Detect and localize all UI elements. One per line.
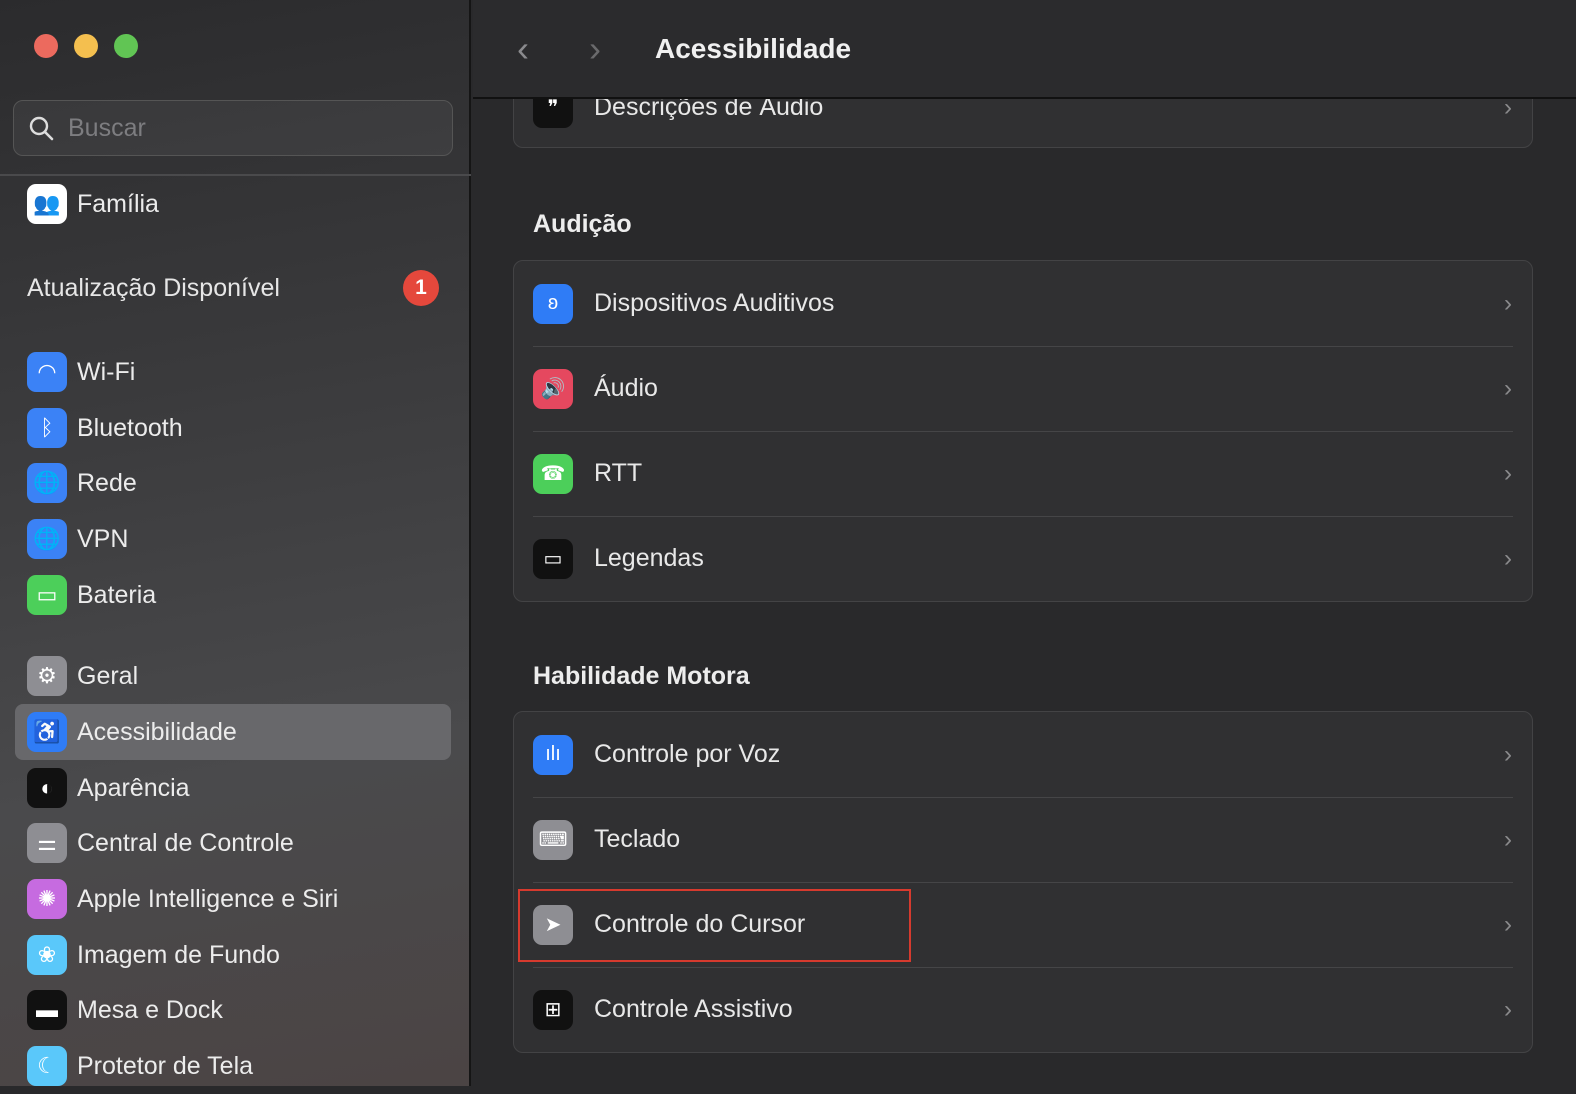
sidebar-item-label: Rede — [77, 468, 137, 497]
row-label: Legendas — [594, 544, 704, 572]
sidebar-item-rede[interactable]: 🌐 Rede — [15, 455, 451, 511]
accessibility-icon: ♿ — [27, 712, 67, 752]
page-title: Acessibilidade — [655, 32, 852, 64]
sidebar-item-label: Geral — [77, 661, 139, 690]
highlight-box — [518, 889, 911, 962]
chevron-right-icon: › — [1504, 910, 1512, 938]
chevron-right-icon: › — [1504, 740, 1512, 768]
row-controle-por-voz[interactable]: ılı Controle por Voz › — [514, 712, 1532, 797]
section-title: Audição — [533, 210, 632, 238]
chevron-right-icon: › — [1504, 374, 1512, 402]
minimize-button[interactable] — [74, 34, 98, 58]
sidebar-item-update[interactable]: Atualização Disponível 1 — [27, 270, 439, 306]
sidebar-item-vpn[interactable]: 🌐 VPN — [15, 511, 451, 567]
keyboard-icon: ⌨ — [533, 819, 573, 860]
row-label: Controle Assistivo — [594, 995, 793, 1023]
screensaver-icon: ☾ — [27, 1046, 67, 1086]
row-label: Teclado — [594, 825, 681, 853]
wifi-icon: ◠ — [27, 352, 67, 392]
sidebar-item-label: Mesa e Dock — [77, 995, 223, 1024]
row-controle-assistivo[interactable]: ⊞ Controle Assistivo › — [514, 967, 1532, 1052]
search-field[interactable] — [13, 100, 453, 156]
sidebar-item-label: Aparência — [77, 773, 190, 802]
sidebar-item-geral[interactable]: ⚙ Geral — [15, 648, 451, 704]
wallpaper-icon: ❀ — [27, 935, 67, 975]
chevron-right-icon: › — [1504, 995, 1512, 1023]
family-icon: 👥 — [27, 184, 67, 224]
row-legendas[interactable]: ▭ Legendas › — [514, 516, 1532, 601]
row-rtt[interactable]: ☎ RTT › — [514, 431, 1532, 516]
search-input[interactable] — [68, 113, 428, 143]
ear-icon: ʚ — [533, 283, 573, 324]
dock-icon: ▬ — [27, 990, 67, 1030]
switch-control-icon: ⊞ — [533, 989, 573, 1030]
sidebar-item-label: Acessibilidade — [77, 717, 237, 746]
chevron-right-icon: › — [1504, 825, 1512, 853]
sidebar-item-label: Imagem de Fundo — [77, 940, 280, 969]
section-title: Habilidade Motora — [533, 662, 750, 690]
sidebar-item-label: Apple Intelligence e Siri — [77, 884, 339, 913]
row-label: Dispositivos Auditivos — [594, 289, 835, 317]
battery-icon: ▭ — [27, 575, 67, 615]
sidebar-item-acessibilidade[interactable]: ♿ Acessibilidade — [15, 704, 451, 760]
row-label: Controle por Voz — [594, 740, 781, 768]
forward-button[interactable]: › — [589, 28, 619, 70]
card-audi-o: ʚ Dispositivos Auditivos › 🔊 Áudio › ☎ RTT › ▭ Leg… — [513, 260, 1533, 602]
captions-icon: ▭ — [533, 538, 573, 579]
sidebar-item-wi-fi[interactable]: ◠ Wi-Fi — [15, 344, 451, 400]
siri-icon: ✺ — [27, 879, 67, 919]
sidebar-item-label: Bluetooth — [77, 413, 183, 442]
vpn-globe-icon: 🌐 — [27, 519, 67, 559]
sidebar-item-mesa-e-dock[interactable]: ▬ Mesa e Dock — [15, 982, 451, 1038]
card-habilidade-motora: ılı Controle por Voz › ⌨ Teclado › ➤ Controle d… — [513, 711, 1533, 1053]
sidebar: 👥 Família Atualização Disponível 1 ◠ Wi-F… — [0, 0, 471, 1086]
chevron-right-icon: › — [1504, 544, 1512, 572]
sidebar-item-bateria[interactable]: ▭ Bateria — [15, 567, 451, 623]
control-center-icon: ⚌ — [27, 823, 67, 863]
bluetooth-icon: ᛒ — [27, 408, 67, 448]
chevron-right-icon: › — [1504, 289, 1512, 317]
toolbar: ‹ › Acessibilidade — [473, 0, 1576, 99]
row-label: Áudio — [594, 374, 658, 402]
sidebar-item-central-de-controle[interactable]: ⚌ Central de Controle — [15, 815, 451, 871]
sidebar-item-familia[interactable]: 👥 Família — [15, 176, 451, 232]
sidebar-item-label: Central de Controle — [77, 828, 294, 857]
gear-icon: ⚙ — [27, 656, 67, 696]
voice-control-icon: ılı — [533, 734, 573, 775]
back-button[interactable]: ‹ — [517, 28, 547, 70]
sidebar-item-label: Bateria — [77, 580, 157, 609]
sidebar-item-label: VPN — [77, 524, 129, 553]
search-icon — [29, 116, 54, 141]
sidebar-item-label: Wi-Fi — [77, 357, 136, 386]
globe-icon: 🌐 — [27, 463, 67, 503]
sidebar-item-apar-ncia[interactable]: ◐ Aparência — [15, 760, 451, 816]
speaker-icon: 🔊 — [533, 368, 573, 409]
update-badge: 1 — [403, 270, 439, 306]
row-teclado[interactable]: ⌨ Teclado › — [514, 797, 1532, 882]
sidebar-item-label: Protetor de Tela — [77, 1051, 254, 1080]
row-dispositivos-auditivos[interactable]: ʚ Dispositivos Auditivos › — [514, 261, 1532, 346]
chevron-right-icon: › — [1504, 459, 1512, 487]
row-label: RTT — [594, 459, 643, 487]
sidebar-item-bluetooth[interactable]: ᛒ Bluetooth — [15, 400, 451, 456]
sidebar-item-apple-intelligence-e-siri[interactable]: ✺ Apple Intelligence e Siri — [15, 871, 451, 927]
zoom-button[interactable] — [114, 34, 138, 58]
window-controls — [34, 34, 138, 58]
appearance-icon: ◐ — [27, 768, 67, 808]
row--udio[interactable]: 🔊 Áudio › — [514, 346, 1532, 431]
sidebar-item-imagem-de-fundo[interactable]: ❀ Imagem de Fundo — [15, 927, 451, 983]
sidebar-item-label: Família — [77, 189, 159, 218]
close-button[interactable] — [34, 34, 58, 58]
update-label: Atualização Disponível — [27, 273, 280, 302]
rtt-phone-icon: ☎ — [533, 453, 573, 494]
